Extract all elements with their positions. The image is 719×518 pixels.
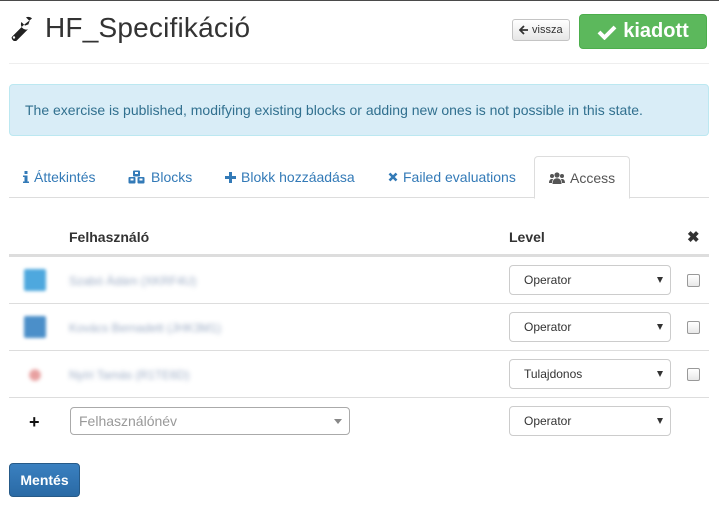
remove-checkbox[interactable] bbox=[687, 274, 700, 287]
column-header-user: Felhasználó bbox=[69, 229, 150, 245]
top-border bbox=[0, 0, 719, 1]
users-icon bbox=[549, 171, 565, 184]
header-divider bbox=[9, 63, 709, 64]
level-select[interactable]: Tulajdonos bbox=[509, 359, 671, 389]
caret-down-icon bbox=[657, 371, 663, 377]
info-alert: The exercise is published, modifying exi… bbox=[9, 84, 709, 136]
avatar bbox=[24, 316, 46, 338]
tab-bar: Áttekintés Blocks Blokk hozzáadása Faile… bbox=[9, 156, 709, 199]
level-select-value: Tulajdonos bbox=[524, 367, 583, 381]
username-placeholder: Felhasználónév bbox=[79, 413, 178, 429]
tab-add-block-label: Blokk hozzáadása bbox=[241, 169, 355, 185]
page-header: HF_Specifikáció vissza kiadott bbox=[9, 8, 709, 54]
avatar bbox=[24, 363, 46, 385]
info-icon bbox=[23, 171, 29, 183]
level-select-value: Operator bbox=[524, 414, 572, 428]
user-name: Nyíri Tamás (R1TE6D) bbox=[69, 368, 190, 382]
back-button[interactable]: vissza bbox=[512, 19, 570, 41]
cubes-icon bbox=[128, 170, 145, 184]
save-button-label: Mentés bbox=[20, 472, 69, 488]
plus-icon bbox=[225, 171, 236, 183]
level-select[interactable]: Operator bbox=[509, 312, 671, 342]
back-button-label: vissza bbox=[532, 24, 563, 36]
level-select-value: Operator bbox=[524, 273, 572, 287]
user-name: Kovács Bernadett (JHK3M1) bbox=[69, 321, 222, 335]
table-header: Felhasználó Level ✖ bbox=[9, 212, 709, 256]
caret-down-icon bbox=[657, 418, 663, 424]
tab-blocks[interactable]: Blocks bbox=[128, 156, 192, 198]
new-access-row: + Felhasználónév Operator bbox=[9, 397, 709, 444]
save-button[interactable]: Mentés bbox=[9, 463, 80, 497]
wrench-icon bbox=[11, 16, 32, 41]
check-icon bbox=[597, 25, 617, 40]
table-row: Nyíri Tamás (R1TE6D) Tulajdonos bbox=[9, 350, 709, 397]
column-header-level: Level bbox=[509, 229, 545, 245]
new-level-select[interactable]: Operator bbox=[509, 406, 671, 436]
avatar bbox=[24, 269, 46, 291]
add-row-icon: + bbox=[29, 412, 40, 432]
page-title: HF_Specifikáció bbox=[9, 12, 250, 44]
level-select[interactable]: Operator bbox=[509, 265, 671, 295]
tab-add-block[interactable]: Blokk hozzáadása bbox=[225, 156, 355, 198]
table-row: Kovács Bernadett (JHK3M1) Operator bbox=[9, 303, 709, 350]
tab-overview[interactable]: Áttekintés bbox=[23, 156, 95, 198]
tab-failed-evaluations-label: Failed evaluations bbox=[403, 169, 516, 185]
user-name: Szabó Ádám (XKRF4U) bbox=[69, 274, 197, 288]
username-select[interactable]: Felhasználónév bbox=[70, 407, 350, 435]
tab-failed-evaluations[interactable]: Failed evaluations bbox=[388, 156, 516, 198]
column-header-remove: ✖ bbox=[687, 229, 700, 246]
table-row: Szabó Ádám (XKRF4U) Operator bbox=[9, 256, 709, 303]
times-icon bbox=[388, 172, 398, 182]
status-button[interactable]: kiadott bbox=[579, 14, 707, 49]
tab-overview-label: Áttekintés bbox=[34, 169, 96, 185]
caret-down-icon bbox=[657, 277, 663, 283]
caret-down-icon bbox=[657, 324, 663, 330]
page-title-text: HF_Specifikáció bbox=[45, 12, 251, 43]
caret-down-icon bbox=[334, 419, 342, 424]
tab-access-label: Access bbox=[570, 169, 616, 186]
tab-blocks-label: Blocks bbox=[151, 169, 193, 185]
status-label: kiadott bbox=[623, 20, 689, 42]
remove-checkbox[interactable] bbox=[687, 321, 700, 334]
level-select-value: Operator bbox=[524, 320, 572, 334]
remove-checkbox[interactable] bbox=[687, 368, 700, 381]
alert-text: The exercise is published, modifying exi… bbox=[25, 102, 643, 118]
tab-access[interactable]: Access bbox=[534, 156, 631, 199]
arrow-left-icon bbox=[519, 25, 528, 35]
